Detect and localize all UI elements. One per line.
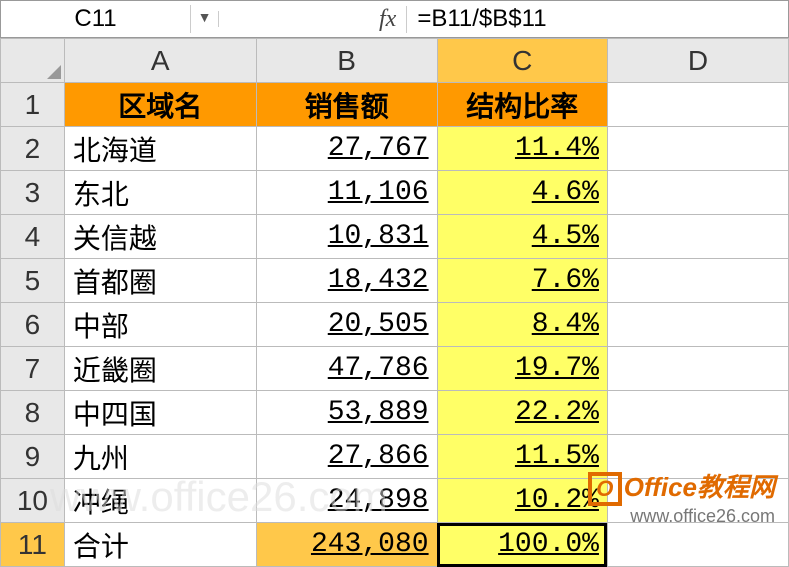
row-header-1[interactable]: 1: [1, 83, 65, 127]
logo-o-icon: O: [588, 472, 622, 506]
cell-c7[interactable]: 19.7%: [437, 347, 607, 391]
cell-d11[interactable]: [607, 523, 788, 567]
cell-c8[interactable]: 22.2%: [437, 391, 607, 435]
col-header-c[interactable]: C: [437, 39, 607, 83]
cell-d5[interactable]: [607, 259, 788, 303]
cell-a6[interactable]: 中部: [64, 303, 256, 347]
cell-b3[interactable]: 11,106: [256, 171, 437, 215]
cell-b8[interactable]: 53,889: [256, 391, 437, 435]
cell-d2[interactable]: [607, 127, 788, 171]
name-box[interactable]: C11: [1, 5, 191, 33]
cell-c2[interactable]: 11.4%: [437, 127, 607, 171]
cell-a8[interactable]: 中四国: [64, 391, 256, 435]
cell-c11[interactable]: 100.0%: [437, 523, 607, 567]
cell-b4[interactable]: 10,831: [256, 215, 437, 259]
cell-a11[interactable]: 合计: [64, 523, 256, 567]
row-header-8[interactable]: 8: [1, 391, 65, 435]
name-box-dropdown-icon[interactable]: ▼: [191, 11, 219, 27]
logo-url: www.office26.com: [588, 506, 775, 527]
row-header-4[interactable]: 4: [1, 215, 65, 259]
cell-b11[interactable]: 243,080: [256, 523, 437, 567]
cell-d8[interactable]: [607, 391, 788, 435]
cell-d7[interactable]: [607, 347, 788, 391]
col-header-a[interactable]: A: [64, 39, 256, 83]
row-header-7[interactable]: 7: [1, 347, 65, 391]
select-all-corner[interactable]: [1, 39, 65, 83]
row-header-6[interactable]: 6: [1, 303, 65, 347]
cell-c10[interactable]: 10.2%: [437, 479, 607, 523]
row-header-11[interactable]: 11: [1, 523, 65, 567]
row-header-5[interactable]: 5: [1, 259, 65, 303]
cell-a5[interactable]: 首都圈: [64, 259, 256, 303]
site-logo: OOffice教程网 www.office26.com: [588, 467, 775, 527]
cell-a9[interactable]: 九州: [64, 435, 256, 479]
col-header-b[interactable]: B: [256, 39, 437, 83]
cell-d4[interactable]: [607, 215, 788, 259]
col-header-d[interactable]: D: [607, 39, 788, 83]
cell-c1[interactable]: 结构比率: [437, 83, 607, 127]
cell-a4[interactable]: 关信越: [64, 215, 256, 259]
cell-c5[interactable]: 7.6%: [437, 259, 607, 303]
cell-b9[interactable]: 27,866: [256, 435, 437, 479]
cell-a3[interactable]: 东北: [64, 171, 256, 215]
fx-icon[interactable]: fx: [379, 6, 407, 33]
cell-c6[interactable]: 8.4%: [437, 303, 607, 347]
formula-bar: C11 ▼ fx: [0, 0, 789, 38]
cell-d3[interactable]: [607, 171, 788, 215]
cell-d6[interactable]: [607, 303, 788, 347]
cell-d1[interactable]: [607, 83, 788, 127]
cell-b6[interactable]: 20,505: [256, 303, 437, 347]
cell-b1[interactable]: 销售额: [256, 83, 437, 127]
cell-b5[interactable]: 18,432: [256, 259, 437, 303]
row-header-10[interactable]: 10: [1, 479, 65, 523]
cell-b10[interactable]: 24,898: [256, 479, 437, 523]
cell-a7[interactable]: 近畿圈: [64, 347, 256, 391]
cell-a10[interactable]: 冲绳: [64, 479, 256, 523]
cell-b2[interactable]: 27,767: [256, 127, 437, 171]
cell-c4[interactable]: 4.5%: [437, 215, 607, 259]
row-header-9[interactable]: 9: [1, 435, 65, 479]
logo-text: Office教程网: [624, 472, 775, 502]
row-header-3[interactable]: 3: [1, 171, 65, 215]
row-header-2[interactable]: 2: [1, 127, 65, 171]
cell-c9[interactable]: 11.5%: [437, 435, 607, 479]
cell-b7[interactable]: 47,786: [256, 347, 437, 391]
formula-input[interactable]: [417, 5, 657, 33]
cell-c3[interactable]: 4.6%: [437, 171, 607, 215]
cell-a1[interactable]: 区域名: [64, 83, 256, 127]
cell-a2[interactable]: 北海道: [64, 127, 256, 171]
